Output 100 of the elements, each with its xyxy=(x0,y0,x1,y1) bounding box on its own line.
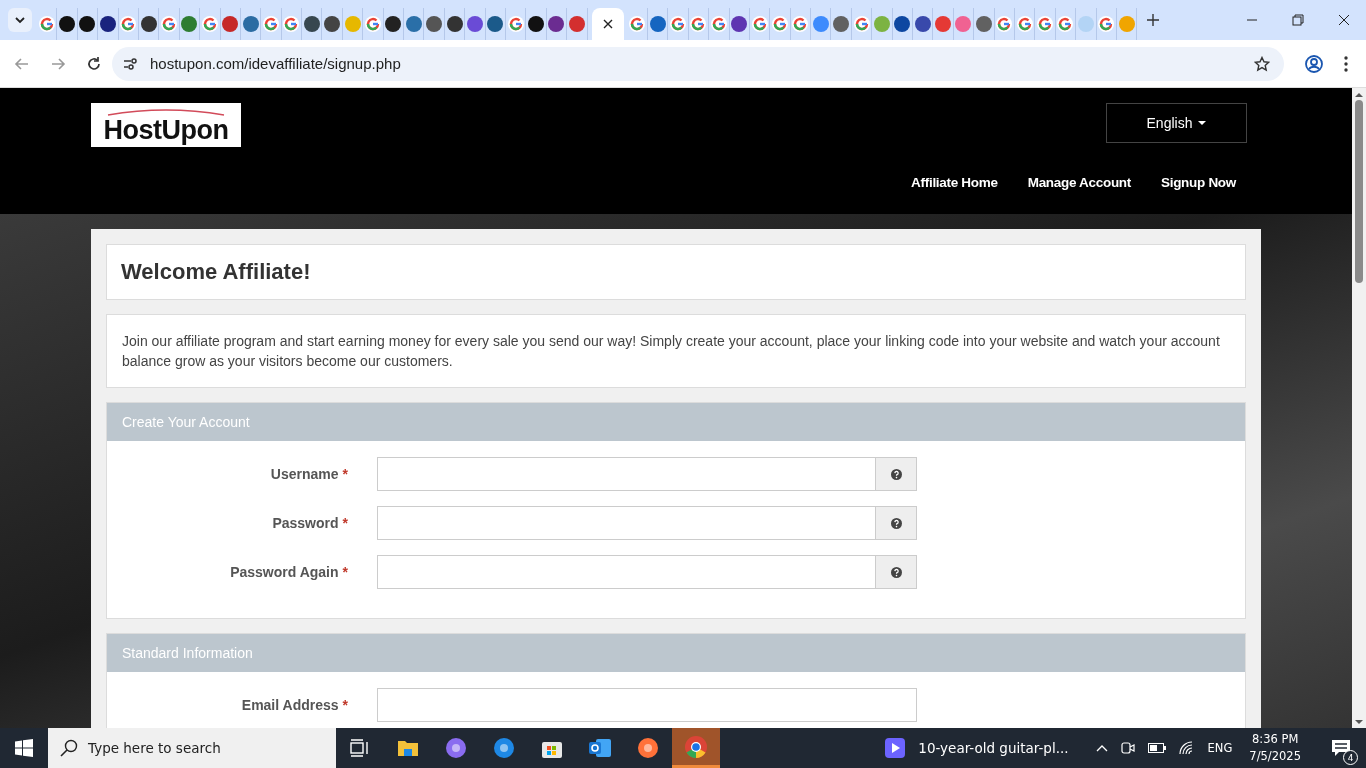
question-icon xyxy=(890,468,902,480)
nav-link[interactable]: Affiliate Home xyxy=(911,175,998,190)
input-language[interactable]: ENG xyxy=(1207,741,1233,755)
scrollbar[interactable] xyxy=(1352,88,1366,728)
logo-swoosh-icon xyxy=(106,107,226,116)
folder-icon xyxy=(397,739,419,757)
browser-tab[interactable] xyxy=(302,8,323,40)
browser-tab[interactable] xyxy=(729,8,750,40)
browser-tab[interactable] xyxy=(892,8,913,40)
required-asterisk: * xyxy=(342,564,348,580)
browser-tab[interactable] xyxy=(98,8,119,40)
google-favicon-icon xyxy=(364,16,381,32)
wifi-icon[interactable] xyxy=(1178,741,1195,755)
logo-background[interactable]: HostUpon xyxy=(91,103,241,147)
camera-icon[interactable] xyxy=(1120,740,1135,756)
app-icon xyxy=(637,737,659,759)
google-favicon-icon xyxy=(771,16,788,32)
task-view-icon xyxy=(350,739,370,757)
input-field[interactable] xyxy=(377,457,876,491)
browser-tab[interactable] xyxy=(913,8,934,40)
required-asterisk: * xyxy=(342,515,348,531)
input-field[interactable] xyxy=(377,555,876,589)
question-icon xyxy=(890,517,902,529)
bookmark-star-icon[interactable] xyxy=(1254,55,1270,72)
intro-paragraph: Join our affiliate program and start earning money for every sale you send our way! Simply create your account, place your linking code into your website and watch your account balance grow as your visitors become our customers. xyxy=(122,332,1221,371)
google-favicon-icon xyxy=(629,16,646,32)
browser-tab[interactable] xyxy=(77,8,99,40)
media-title[interactable]: 10-year-old guitar-pl... xyxy=(918,740,1069,756)
google-favicon-icon xyxy=(1057,16,1074,32)
close-icon[interactable] xyxy=(1338,14,1350,26)
help-button[interactable] xyxy=(876,457,917,491)
google-favicon-icon xyxy=(751,16,768,32)
google-favicon-icon xyxy=(710,16,727,32)
browser-tab[interactable] xyxy=(383,8,405,40)
required-asterisk: * xyxy=(342,466,348,482)
logo-text: HostUpon xyxy=(103,115,229,144)
input-field[interactable] xyxy=(377,506,876,540)
app-icon xyxy=(445,737,467,759)
clock-date: 7/5/2025 xyxy=(1249,748,1301,765)
site-settings-icon[interactable] xyxy=(122,55,138,72)
help-button[interactable] xyxy=(876,555,917,589)
tab-search-button[interactable] xyxy=(8,8,32,32)
scroll-down-icon[interactable] xyxy=(1355,719,1363,725)
section-header: Create Your Account xyxy=(107,403,1245,441)
scrollbar-thumb[interactable] xyxy=(1355,100,1363,283)
browser-tab[interactable] xyxy=(444,8,466,40)
field-label: Password Again xyxy=(230,564,339,580)
close-icon[interactable] xyxy=(602,19,613,29)
browser-tab[interactable] xyxy=(526,8,547,40)
clock-time: 8:36 PM xyxy=(1252,731,1299,748)
google-favicon-icon xyxy=(201,16,218,32)
question-icon xyxy=(890,566,902,578)
language-dropdown[interactable]: English xyxy=(1106,103,1247,143)
google-favicon-icon xyxy=(161,16,178,32)
taskbar-search-field[interactable]: Type here to search xyxy=(48,728,336,768)
browser-tab[interactable] xyxy=(57,8,78,40)
windows-start-icon[interactable] xyxy=(15,739,33,757)
mail-app-icon xyxy=(588,737,612,759)
field-label: Username xyxy=(270,466,339,482)
new-tab-icon[interactable] xyxy=(1147,14,1160,26)
forward-arrow-icon[interactable] xyxy=(50,55,66,72)
media-play-icon[interactable] xyxy=(885,738,906,758)
google-favicon-icon xyxy=(792,16,809,32)
google-favicon-icon xyxy=(1016,16,1033,32)
section-header: Standard Information xyxy=(107,634,1245,672)
app-icon xyxy=(493,737,515,759)
search-placeholder: Type here to search xyxy=(88,740,221,756)
google-favicon-icon xyxy=(670,16,686,32)
clock[interactable]: 8:36 PM 7/5/2025 xyxy=(1249,731,1301,765)
battery-icon[interactable] xyxy=(1147,743,1166,753)
nav-link[interactable]: Manage Account xyxy=(1027,175,1131,190)
chevron-up-icon[interactable] xyxy=(1095,744,1108,752)
google-favicon-icon xyxy=(853,16,870,32)
restore-icon[interactable] xyxy=(1292,14,1304,26)
browser-tab[interactable] xyxy=(322,8,343,40)
google-favicon-icon xyxy=(38,16,55,32)
browser-tab[interactable] xyxy=(546,8,568,40)
address-bar[interactable]: hostupon.com/idevaffiliate/signup.php xyxy=(112,46,1284,81)
help-button[interactable] xyxy=(876,506,917,540)
google-favicon-icon xyxy=(283,16,300,32)
google-favicon-icon xyxy=(1037,16,1054,32)
page-heading: Welcome Affiliate! xyxy=(121,259,312,285)
field-label: Email Address xyxy=(241,697,339,713)
profile-icon[interactable] xyxy=(1304,53,1324,74)
field-label: Password xyxy=(272,515,339,531)
nav-link[interactable]: Signup Now xyxy=(1161,175,1236,190)
reload-icon[interactable] xyxy=(86,55,102,72)
url-text: hostupon.com/idevaffiliate/signup.php xyxy=(150,55,401,72)
google-favicon-icon xyxy=(996,16,1013,32)
chevron-down-icon xyxy=(14,14,26,26)
input-field[interactable] xyxy=(377,688,917,722)
google-favicon-icon xyxy=(507,16,524,32)
caret-icon xyxy=(1198,120,1207,126)
menu-icon[interactable] xyxy=(1344,55,1348,72)
scroll-up-icon[interactable] xyxy=(1355,92,1363,98)
browser-app-icon xyxy=(684,734,708,759)
browser-tab[interactable] xyxy=(138,8,160,40)
notification-center-button[interactable]: 4 xyxy=(1324,731,1358,765)
google-favicon-icon xyxy=(690,16,707,32)
back-arrow-icon[interactable] xyxy=(14,55,30,72)
